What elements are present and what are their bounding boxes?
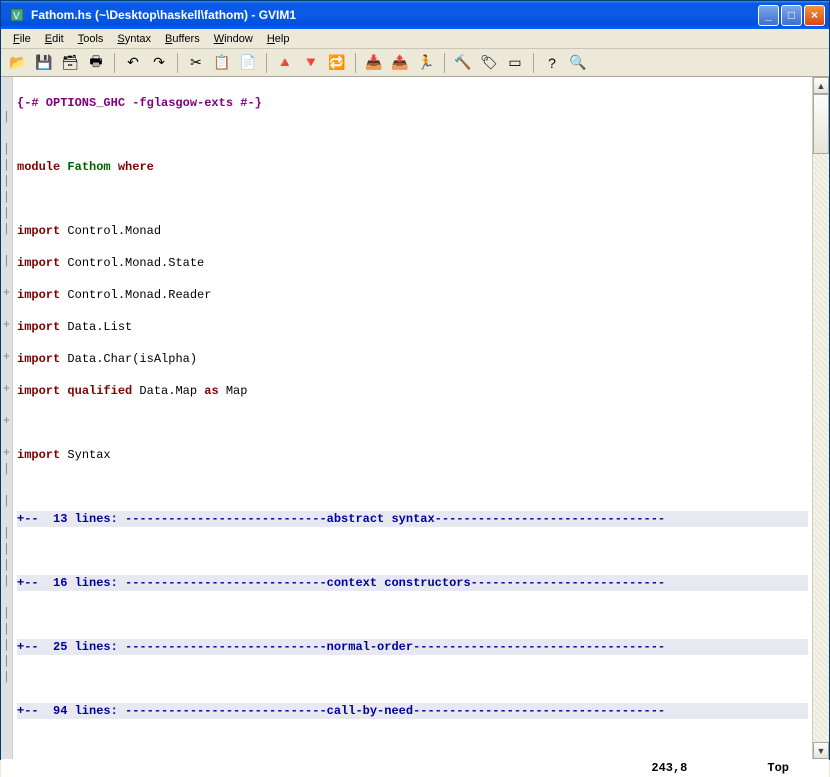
copy-icon[interactable]: 📋 — [211, 52, 233, 74]
save-all-icon[interactable]: 🗃 — [59, 52, 81, 74]
save-session-icon[interactable]: 📤 — [389, 52, 411, 74]
toolbar-sep — [444, 53, 445, 73]
help-icon[interactable]: ? — [541, 52, 563, 74]
fold-line[interactable]: +-- 13 lines: --------------------------… — [17, 511, 808, 527]
load-session-icon[interactable]: 📥 — [363, 52, 385, 74]
menu-tools[interactable]: Tools — [72, 31, 110, 47]
code-area[interactable]: {-# OPTIONS_GHC -fglasgow-exts #-} modul… — [13, 77, 812, 759]
toolbar-sep — [266, 53, 267, 73]
redo-icon[interactable]: ↷ — [148, 52, 170, 74]
open-icon[interactable]: 📂 — [7, 52, 29, 74]
print-icon[interactable]: 🖶 — [85, 52, 107, 74]
scroll-up-button[interactable]: ▲ — [813, 77, 829, 94]
scroll-position: Top — [767, 761, 789, 775]
toolbar-sep — [114, 53, 115, 73]
scroll-down-button[interactable]: ▼ — [813, 742, 829, 759]
menu-edit[interactable]: Edit — [39, 31, 70, 47]
titlebar: V Fathom.hs (~\Desktop\haskell\fathom) -… — [1, 1, 829, 29]
menu-file[interactable]: File — [7, 31, 37, 47]
tags-icon[interactable]: 🏷 — [478, 52, 500, 74]
fold-gutter[interactable]: | |||| || | + + + + + + | | |||| ||| || — [1, 77, 13, 759]
toolbar-sep — [355, 53, 356, 73]
scroll-thumb[interactable] — [813, 94, 829, 154]
fold-line[interactable]: +-- 94 lines: --------------------------… — [17, 703, 808, 719]
statusbar: 243,8 Top — [1, 759, 829, 777]
shell-icon[interactable]: ▭ — [504, 52, 526, 74]
menu-buffers[interactable]: Buffers — [159, 31, 206, 47]
toolbar-sep — [533, 53, 534, 73]
scroll-track[interactable] — [813, 94, 829, 742]
window-title: Fathom.hs (~\Desktop\haskell\fathom) - G… — [29, 8, 758, 22]
cut-icon[interactable]: ✂ — [185, 52, 207, 74]
menubar: File Edit Tools Syntax Buffers Window He… — [1, 29, 829, 49]
window-buttons: _ □ × — [758, 5, 825, 26]
cursor-position: 243,8 — [651, 761, 687, 775]
pragma: {-# OPTIONS_GHC -fglasgow-exts #-} — [17, 96, 262, 110]
editor: | |||| || | + + + + + + | | |||| ||| || … — [1, 77, 829, 759]
minimize-button[interactable]: _ — [758, 5, 779, 26]
save-icon[interactable]: 💾 — [33, 52, 55, 74]
paste-icon[interactable]: 📄 — [237, 52, 259, 74]
undo-icon[interactable]: ↶ — [122, 52, 144, 74]
vertical-scrollbar: ▲ ▼ — [812, 77, 829, 759]
svg-text:V: V — [13, 11, 20, 22]
app-icon: V — [9, 7, 25, 23]
toolbar-sep — [177, 53, 178, 73]
find-prev-icon[interactable]: 🔺 — [274, 52, 296, 74]
find-next-icon[interactable]: 🔻 — [300, 52, 322, 74]
run-macro-icon[interactable]: 🏃 — [415, 52, 437, 74]
fold-line[interactable]: +-- 16 lines: --------------------------… — [17, 575, 808, 591]
fold-line[interactable]: +-- 25 lines: --------------------------… — [17, 639, 808, 655]
menu-syntax[interactable]: Syntax — [111, 31, 157, 47]
toolbar: 📂 💾 🗃 🖶 ↶ ↷ ✂ 📋 📄 🔺 🔻 🔁 📥 📤 🏃 🔨 🏷 ▭ ? 🔍 — [1, 49, 829, 77]
replace-icon[interactable]: 🔁 — [326, 52, 348, 74]
menu-window[interactable]: Window — [208, 31, 259, 47]
make-icon[interactable]: 🔨 — [452, 52, 474, 74]
close-button[interactable]: × — [804, 5, 825, 26]
maximize-button[interactable]: □ — [781, 5, 802, 26]
menu-help[interactable]: Help — [261, 31, 296, 47]
find-help-icon[interactable]: 🔍 — [567, 52, 589, 74]
